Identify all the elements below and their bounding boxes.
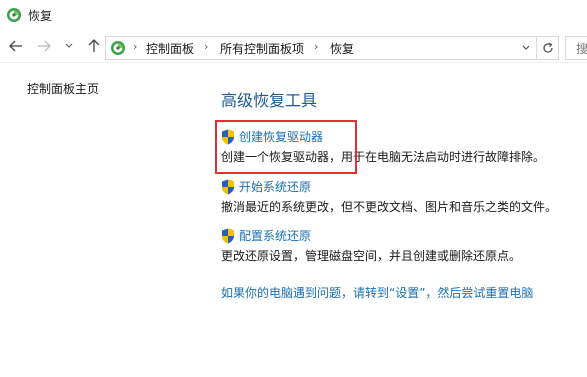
uac-shield-icon	[222, 179, 234, 195]
recovery-icon	[7, 8, 21, 22]
recent-locations-button[interactable]	[62, 36, 76, 56]
breadcrumb-recovery[interactable]: 恢复	[330, 40, 354, 57]
window-title: 恢复	[28, 9, 53, 23]
refresh-button[interactable]	[536, 37, 559, 59]
back-button[interactable]	[6, 36, 26, 56]
forward-button[interactable]	[34, 36, 54, 56]
uac-shield-icon	[222, 228, 234, 244]
breadcrumb-separator[interactable]: ›	[133, 40, 137, 53]
back-arrow-icon	[9, 40, 22, 52]
up-arrow-icon	[88, 39, 100, 52]
breadcrumb-separator[interactable]: ›	[204, 40, 208, 53]
chevron-down-icon	[522, 45, 530, 50]
highlight-box	[215, 120, 357, 174]
forward-arrow-icon	[38, 40, 51, 52]
start-system-restore-link[interactable]: 开始系统还原	[239, 178, 311, 195]
address-history-button[interactable]	[516, 37, 536, 59]
title-bar: 恢复	[0, 0, 587, 30]
breadcrumb-separator[interactable]: ›	[314, 40, 318, 53]
reset-pc-link[interactable]: 如果你的电脑遇到问题，请转到“设置”，然后尝试重置电脑	[221, 284, 533, 301]
control-panel-home-link[interactable]: 控制面板主页	[27, 80, 99, 97]
start-system-restore-description: 撤消最近的系统更改，但不更改文档、图片和音乐之类的文件。	[221, 200, 558, 214]
navigation-bar: › 控制面板 › 所有控制面板项 › 恢复 搜	[0, 30, 587, 63]
up-button[interactable]	[84, 36, 104, 56]
address-bar[interactable]: › 控制面板 › 所有控制面板项 › 恢复	[105, 36, 559, 60]
recovery-icon	[111, 41, 125, 55]
breadcrumb-control-panel[interactable]: 控制面板	[146, 40, 194, 57]
search-input[interactable]: 搜	[565, 36, 587, 60]
search-placeholder: 搜	[576, 42, 587, 56]
chevron-down-icon	[65, 43, 73, 48]
configure-system-restore-link[interactable]: 配置系统还原	[239, 227, 311, 244]
configure-system-restore-description: 更改还原设置，管理磁盘空间，并且创建或删除还原点。	[221, 249, 522, 263]
refresh-icon	[543, 42, 553, 53]
page-title: 高级恢复工具	[221, 91, 318, 110]
breadcrumb-all-items[interactable]: 所有控制面板项	[220, 40, 304, 57]
